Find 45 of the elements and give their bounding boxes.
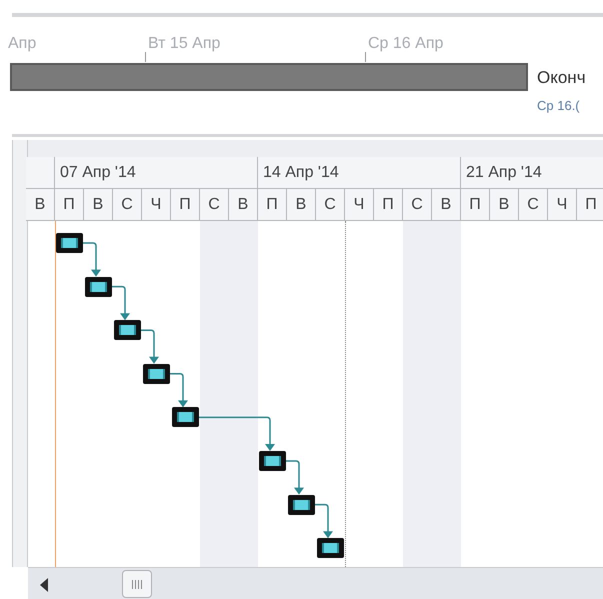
day-header: П [585, 194, 597, 214]
dependency-arrow [83, 242, 101, 277]
dependency-arrow [141, 329, 159, 364]
day-header: П [266, 194, 278, 214]
scrollbar-thumb[interactable] [122, 570, 152, 598]
task-bar[interactable] [288, 494, 315, 515]
week-header: 07 Апр '14 [60, 162, 136, 182]
task-bar[interactable] [114, 320, 141, 340]
task-bar[interactable] [56, 233, 83, 253]
task-bar[interactable] [317, 538, 344, 558]
day-header: Ч [354, 194, 364, 214]
day-header: С [411, 194, 423, 214]
timeline-date: Вт 15 Апр [148, 34, 220, 54]
scroll-left-icon[interactable] [40, 578, 48, 592]
bar-label: Оконч [537, 67, 586, 89]
day-header: П [382, 194, 394, 214]
timeline-date: Апр [8, 34, 36, 54]
horizontal-scrollbar[interactable] [28, 567, 603, 599]
day-header: В [296, 194, 306, 214]
day-header: В [238, 194, 248, 214]
bar-date: Ср 16.( [537, 97, 580, 115]
week-header: 21 Апр '14 [466, 162, 542, 182]
task-bar[interactable] [259, 451, 286, 471]
day-header: С [527, 194, 539, 214]
task-bar[interactable] [172, 407, 199, 428]
task-bar[interactable] [85, 276, 112, 297]
day-header: П [179, 194, 191, 214]
day-header: С [324, 194, 336, 214]
day-header: В [34, 194, 46, 214]
dependency-arrow [315, 504, 333, 538]
task-bar[interactable] [143, 364, 170, 384]
dependency-arrow [112, 286, 130, 320]
day-header: С [121, 194, 133, 214]
day-header: Ч [150, 194, 162, 214]
day-header: П [63, 194, 75, 214]
dependency-arrow [170, 373, 188, 408]
day-header: В [498, 194, 510, 214]
day-header: П [469, 194, 481, 214]
dependency-arrow [286, 460, 304, 495]
day-header: В [440, 194, 452, 214]
timeline-date: Ср 16 Апр [368, 34, 444, 54]
week-header: 14 Апр '14 [263, 162, 339, 182]
day-header: В [92, 194, 104, 214]
day-header: Ч [556, 194, 568, 214]
day-header: С [208, 194, 220, 214]
